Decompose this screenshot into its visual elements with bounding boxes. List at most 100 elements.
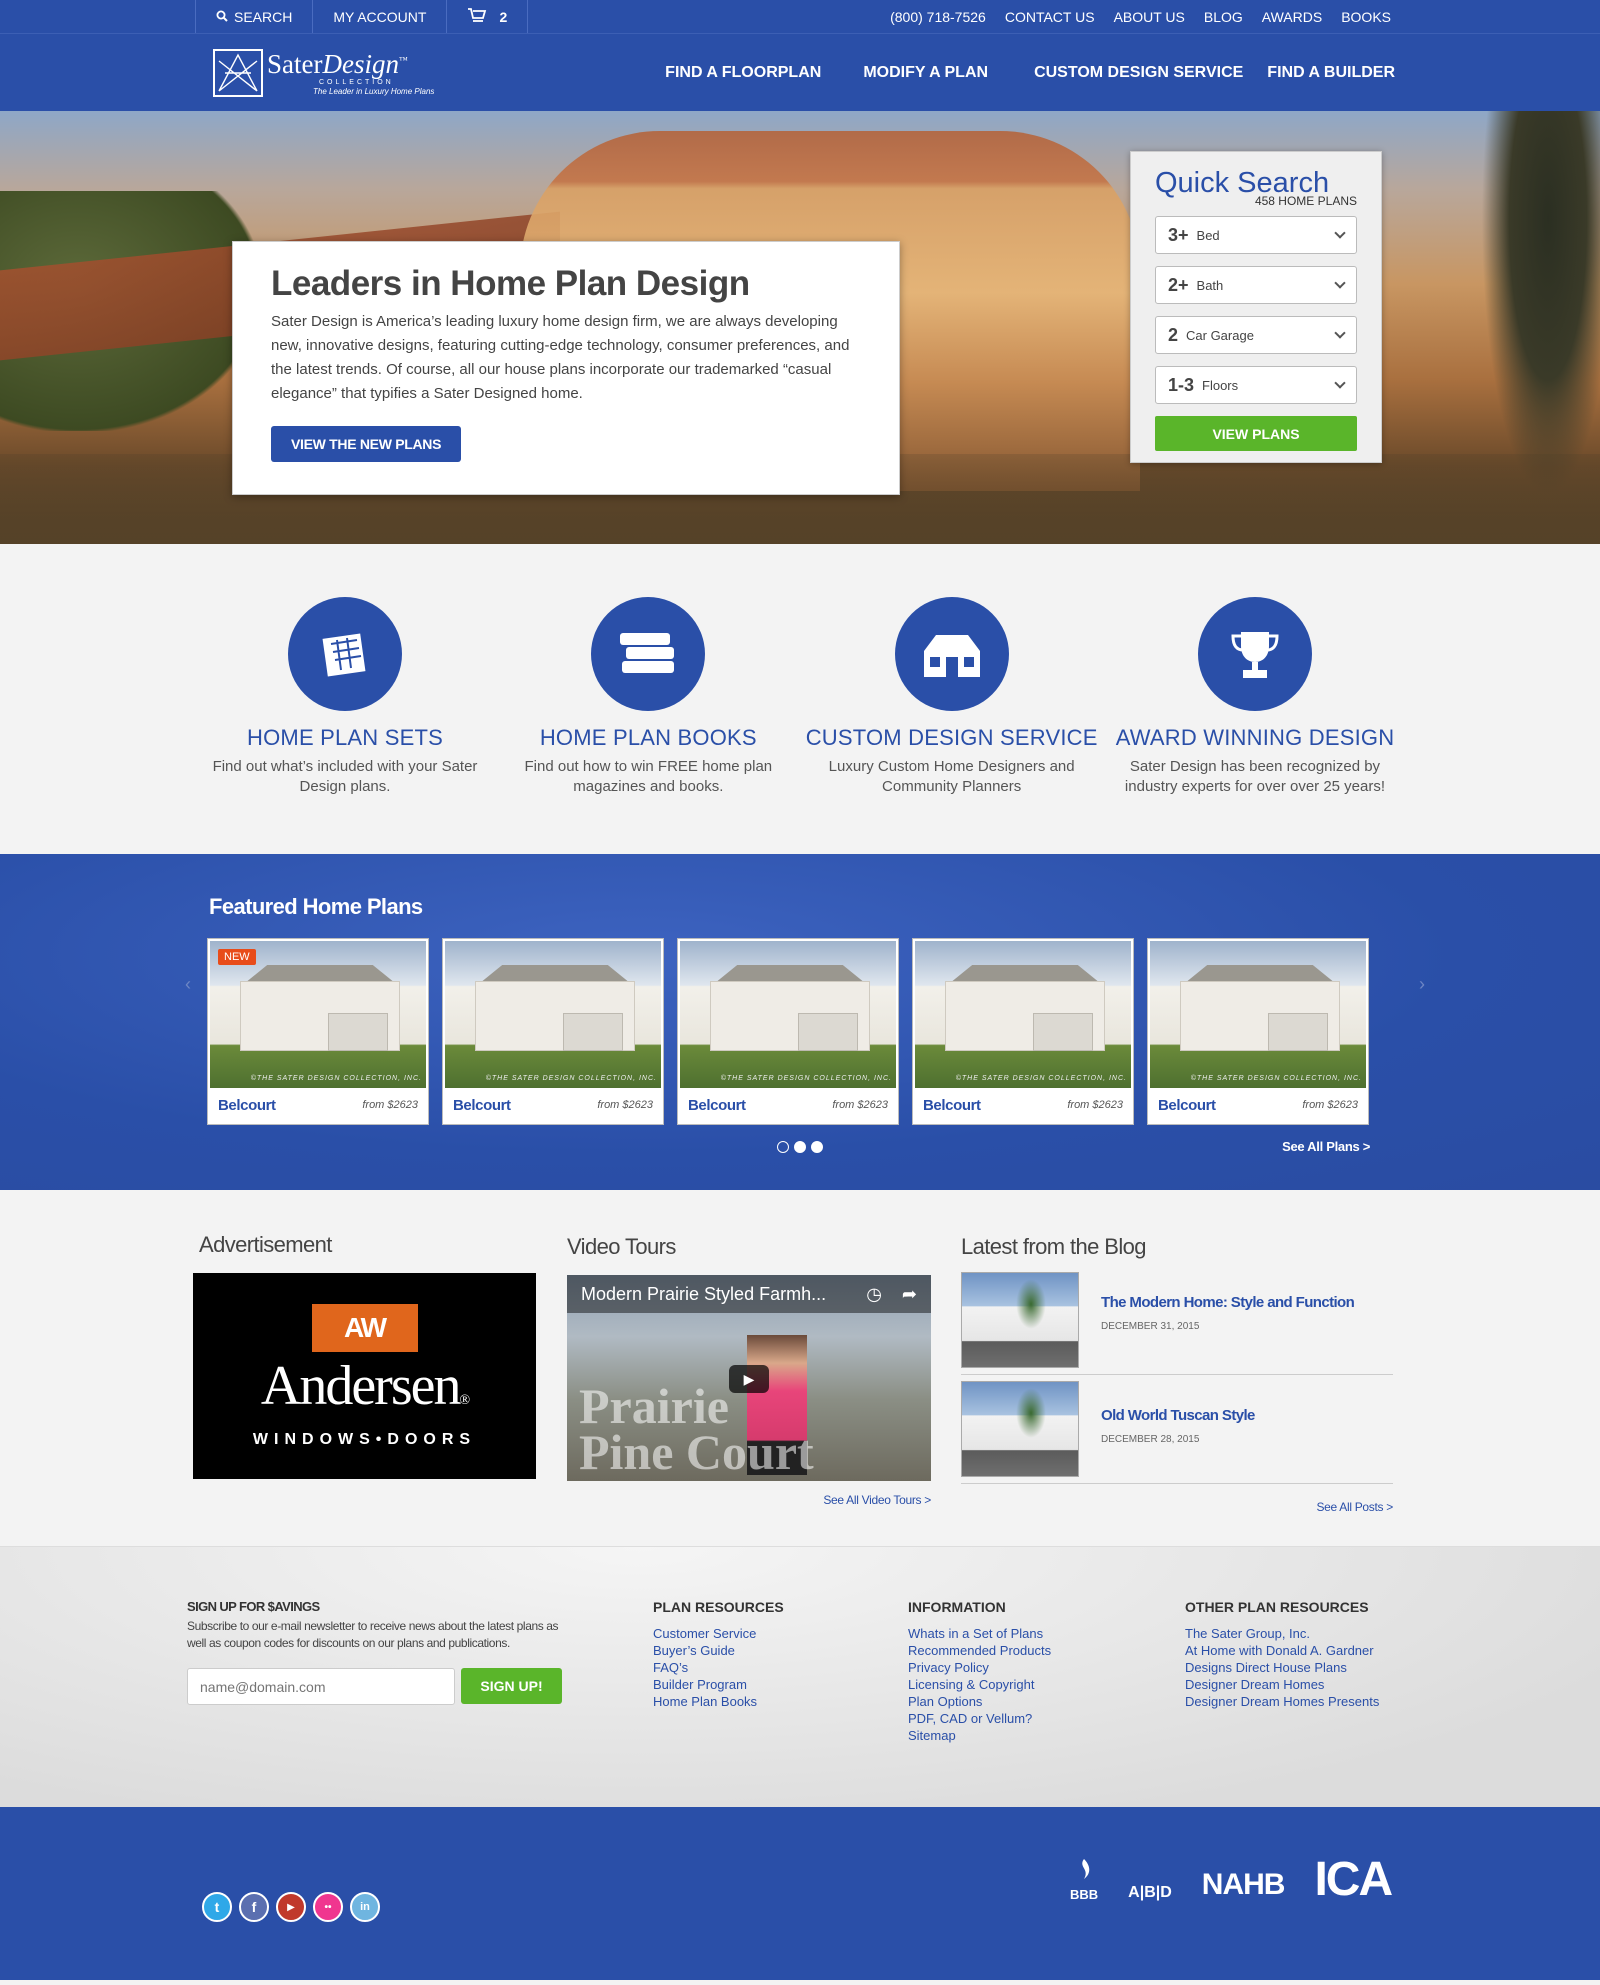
awards-link[interactable]: AWARDS [1262,9,1322,25]
cart-link[interactable]: 2 [447,0,529,33]
carousel-dot[interactable] [794,1141,806,1153]
plan-card[interactable]: ©THE SATER DESIGN COLLECTION, INC. Belco… [442,938,664,1125]
footer-link[interactable]: FAQ’s [653,1659,908,1676]
nav-find-builder[interactable]: FIND A BUILDER [1263,64,1405,82]
bed-select[interactable]: 3+ Bed [1155,216,1357,254]
floors-label: Floors [1202,377,1239,393]
bath-select[interactable]: 2+ Bath [1155,266,1357,304]
logo-tagline: The Leader in Luxury Home Plans [313,86,435,96]
see-all-plans-link[interactable]: See All Plans > [1282,1139,1370,1154]
bbb-badge[interactable]: BBB [1070,1857,1098,1902]
footer-link[interactable]: Privacy Policy [908,1659,1185,1676]
blog-post-title[interactable]: The Modern Home: Style and Function [1101,1294,1355,1311]
carousel-prev-arrow[interactable]: ‹ [185,974,191,995]
floors-select[interactable]: 1-3 Floors [1155,366,1357,404]
footer-link[interactable]: Whats in a Set of Plans [908,1625,1185,1642]
footer-link[interactable]: Sitemap [908,1727,1185,1744]
email-field[interactable] [187,1668,455,1705]
watch-later-icon[interactable]: ◷ [866,1284,882,1305]
feature-home-plan-books[interactable]: HOME PLAN BOOKS Find out how to win FREE… [498,597,798,797]
blog-post[interactable]: Old World Tuscan Style DECEMBER 28, 2015 [961,1381,1393,1484]
video-caption: Modern Prairie Styled Farmh... [581,1283,827,1304]
footer-link[interactable]: Designs Direct House Plans [1185,1659,1379,1676]
carousel-dot[interactable] [777,1141,789,1153]
garage-select[interactable]: 2 Car Garage [1155,316,1357,354]
footer-link[interactable]: Home Plan Books [653,1693,908,1710]
plan-name[interactable]: Belcourt [453,1097,511,1114]
plan-name[interactable]: Belcourt [218,1097,276,1114]
footer-link[interactable]: At Home with Donald A. Gardner [1185,1642,1379,1659]
blog-post-title[interactable]: Old World Tuscan Style [1101,1407,1255,1424]
advertisement-column: Advertisement AW Andersen® WINDOWS•DOORS [193,1232,567,1516]
footer-link[interactable]: Customer Service [653,1625,908,1642]
plan-card[interactable]: ©THE SATER DESIGN COLLECTION, INC. Belco… [1147,938,1369,1125]
books-link[interactable]: BOOKS [1341,9,1391,25]
social-links: t f ▶ •• in [202,1892,380,1922]
flickr-icon[interactable]: •• [313,1892,343,1922]
site-logo[interactable]: SaterDesign™ COLLECTION The Leader in Lu… [213,49,434,97]
video-overlay-text: Prairie Pine Court [579,1378,814,1480]
phone-link[interactable]: (800) 718-7526 [890,9,986,25]
share-icon[interactable]: ➦ [902,1284,917,1305]
view-plans-button[interactable]: VIEW PLANS [1155,416,1357,451]
carousel-dot[interactable] [811,1141,823,1153]
cart-icon [467,7,487,26]
video-tours-column: Video Tours Modern Prairie Styled Farmh.… [567,1232,957,1516]
play-icon[interactable]: ▶ [729,1365,769,1393]
facebook-icon[interactable]: f [239,1892,269,1922]
footer-link[interactable]: Recommended Products [908,1642,1185,1659]
video-player[interactable]: Modern Prairie Styled Farmh... ◷ ➦ Prairi… [567,1275,931,1481]
chevron-down-icon [1334,327,1346,339]
plan-image: ©THE SATER DESIGN COLLECTION, INC. [680,941,896,1088]
nav-modify-plan[interactable]: MODIFY A PLAN [843,64,1008,82]
nav-find-floorplan[interactable]: FIND A FLOORPLAN [645,64,841,82]
accreditation-badges: BBB A|B|D NAHB ICA [1070,1856,1393,1904]
plan-card[interactable]: ©THE SATER DESIGN COLLECTION, INC. Belco… [677,938,899,1125]
feature-award-winning[interactable]: AWARD WINNING DESIGN Sater Design has be… [1105,597,1405,797]
footer-link[interactable]: The Sater Group, Inc. [1185,1625,1379,1642]
plan-image-watermark: ©THE SATER DESIGN COLLECTION, INC. [1190,1075,1362,1082]
bed-label: Bed [1196,227,1220,243]
view-new-plans-button[interactable]: VIEW THE NEW PLANS [271,426,462,462]
about-us-link[interactable]: ABOUT US [1114,9,1185,25]
my-account-link[interactable]: MY ACCOUNT [313,0,448,33]
plan-card[interactable]: ©THE SATER DESIGN COLLECTION, INC. Belco… [912,938,1134,1125]
footer-link[interactable]: PDF, CAD or Vellum? [908,1710,1185,1727]
garage-label: Car Garage [1186,327,1254,343]
footer-link[interactable]: Designer Dream Homes Presents [1185,1693,1379,1710]
nav-custom-design[interactable]: CUSTOM DESIGN SERVICE [1014,64,1263,82]
ica-badge[interactable]: ICA [1314,1856,1393,1904]
middle-section: Advertisement AW Andersen® WINDOWS•DOORS… [0,1190,1600,1546]
sign-up-button[interactable]: SIGN UP! [461,1668,562,1704]
blog-link[interactable]: BLOG [1204,9,1243,25]
feature-home-plan-sets[interactable]: HOME PLAN SETS Find out what’s included … [195,597,495,797]
blog-thumbnail [961,1272,1079,1368]
plan-image: ©THE SATER DESIGN COLLECTION, INC. [1150,941,1366,1088]
see-all-posts-link[interactable]: See All Posts > [1316,1500,1393,1514]
plan-name[interactable]: Belcourt [688,1097,746,1114]
abd-badge[interactable]: A|B|D [1128,1884,1172,1902]
youtube-icon[interactable]: ▶ [276,1892,306,1922]
twitter-icon[interactable]: t [202,1892,232,1922]
footer-link[interactable]: Designer Dream Homes [1185,1676,1379,1693]
video-tours-title: Video Tours [567,1234,676,1259]
see-all-video-tours-link[interactable]: See All Video Tours > [823,1493,931,1507]
andersen-ad[interactable]: AW Andersen® WINDOWS•DOORS [193,1273,536,1479]
blog-post[interactable]: The Modern Home: Style and Function DECE… [961,1272,1393,1375]
footer-link[interactable]: Plan Options [908,1693,1185,1710]
footer-link[interactable]: Builder Program [653,1676,908,1693]
feature-custom-design[interactable]: CUSTOM DESIGN SERVICE Luxury Custom Home… [802,597,1102,797]
carousel-next-arrow[interactable]: › [1419,974,1425,995]
plan-name[interactable]: Belcourt [923,1097,981,1114]
plan-card[interactable]: NEW ©THE SATER DESIGN COLLECTION, INC. B… [207,938,429,1125]
nahb-badge[interactable]: NAHB [1202,1868,1286,1902]
footer-link[interactable]: Buyer’s Guide [653,1642,908,1659]
blog-post-date: DECEMBER 28, 2015 [1101,1434,1200,1445]
footer-link[interactable]: Licensing & Copyright [908,1676,1185,1693]
ad-brand: Andersen® [260,1354,470,1417]
house-icon [894,597,1009,711]
contact-us-link[interactable]: CONTACT US [1005,9,1095,25]
plan-name[interactable]: Belcourt [1158,1097,1216,1114]
search-link[interactable]: SEARCH [196,0,314,33]
linkedin-icon[interactable]: in [350,1892,380,1922]
